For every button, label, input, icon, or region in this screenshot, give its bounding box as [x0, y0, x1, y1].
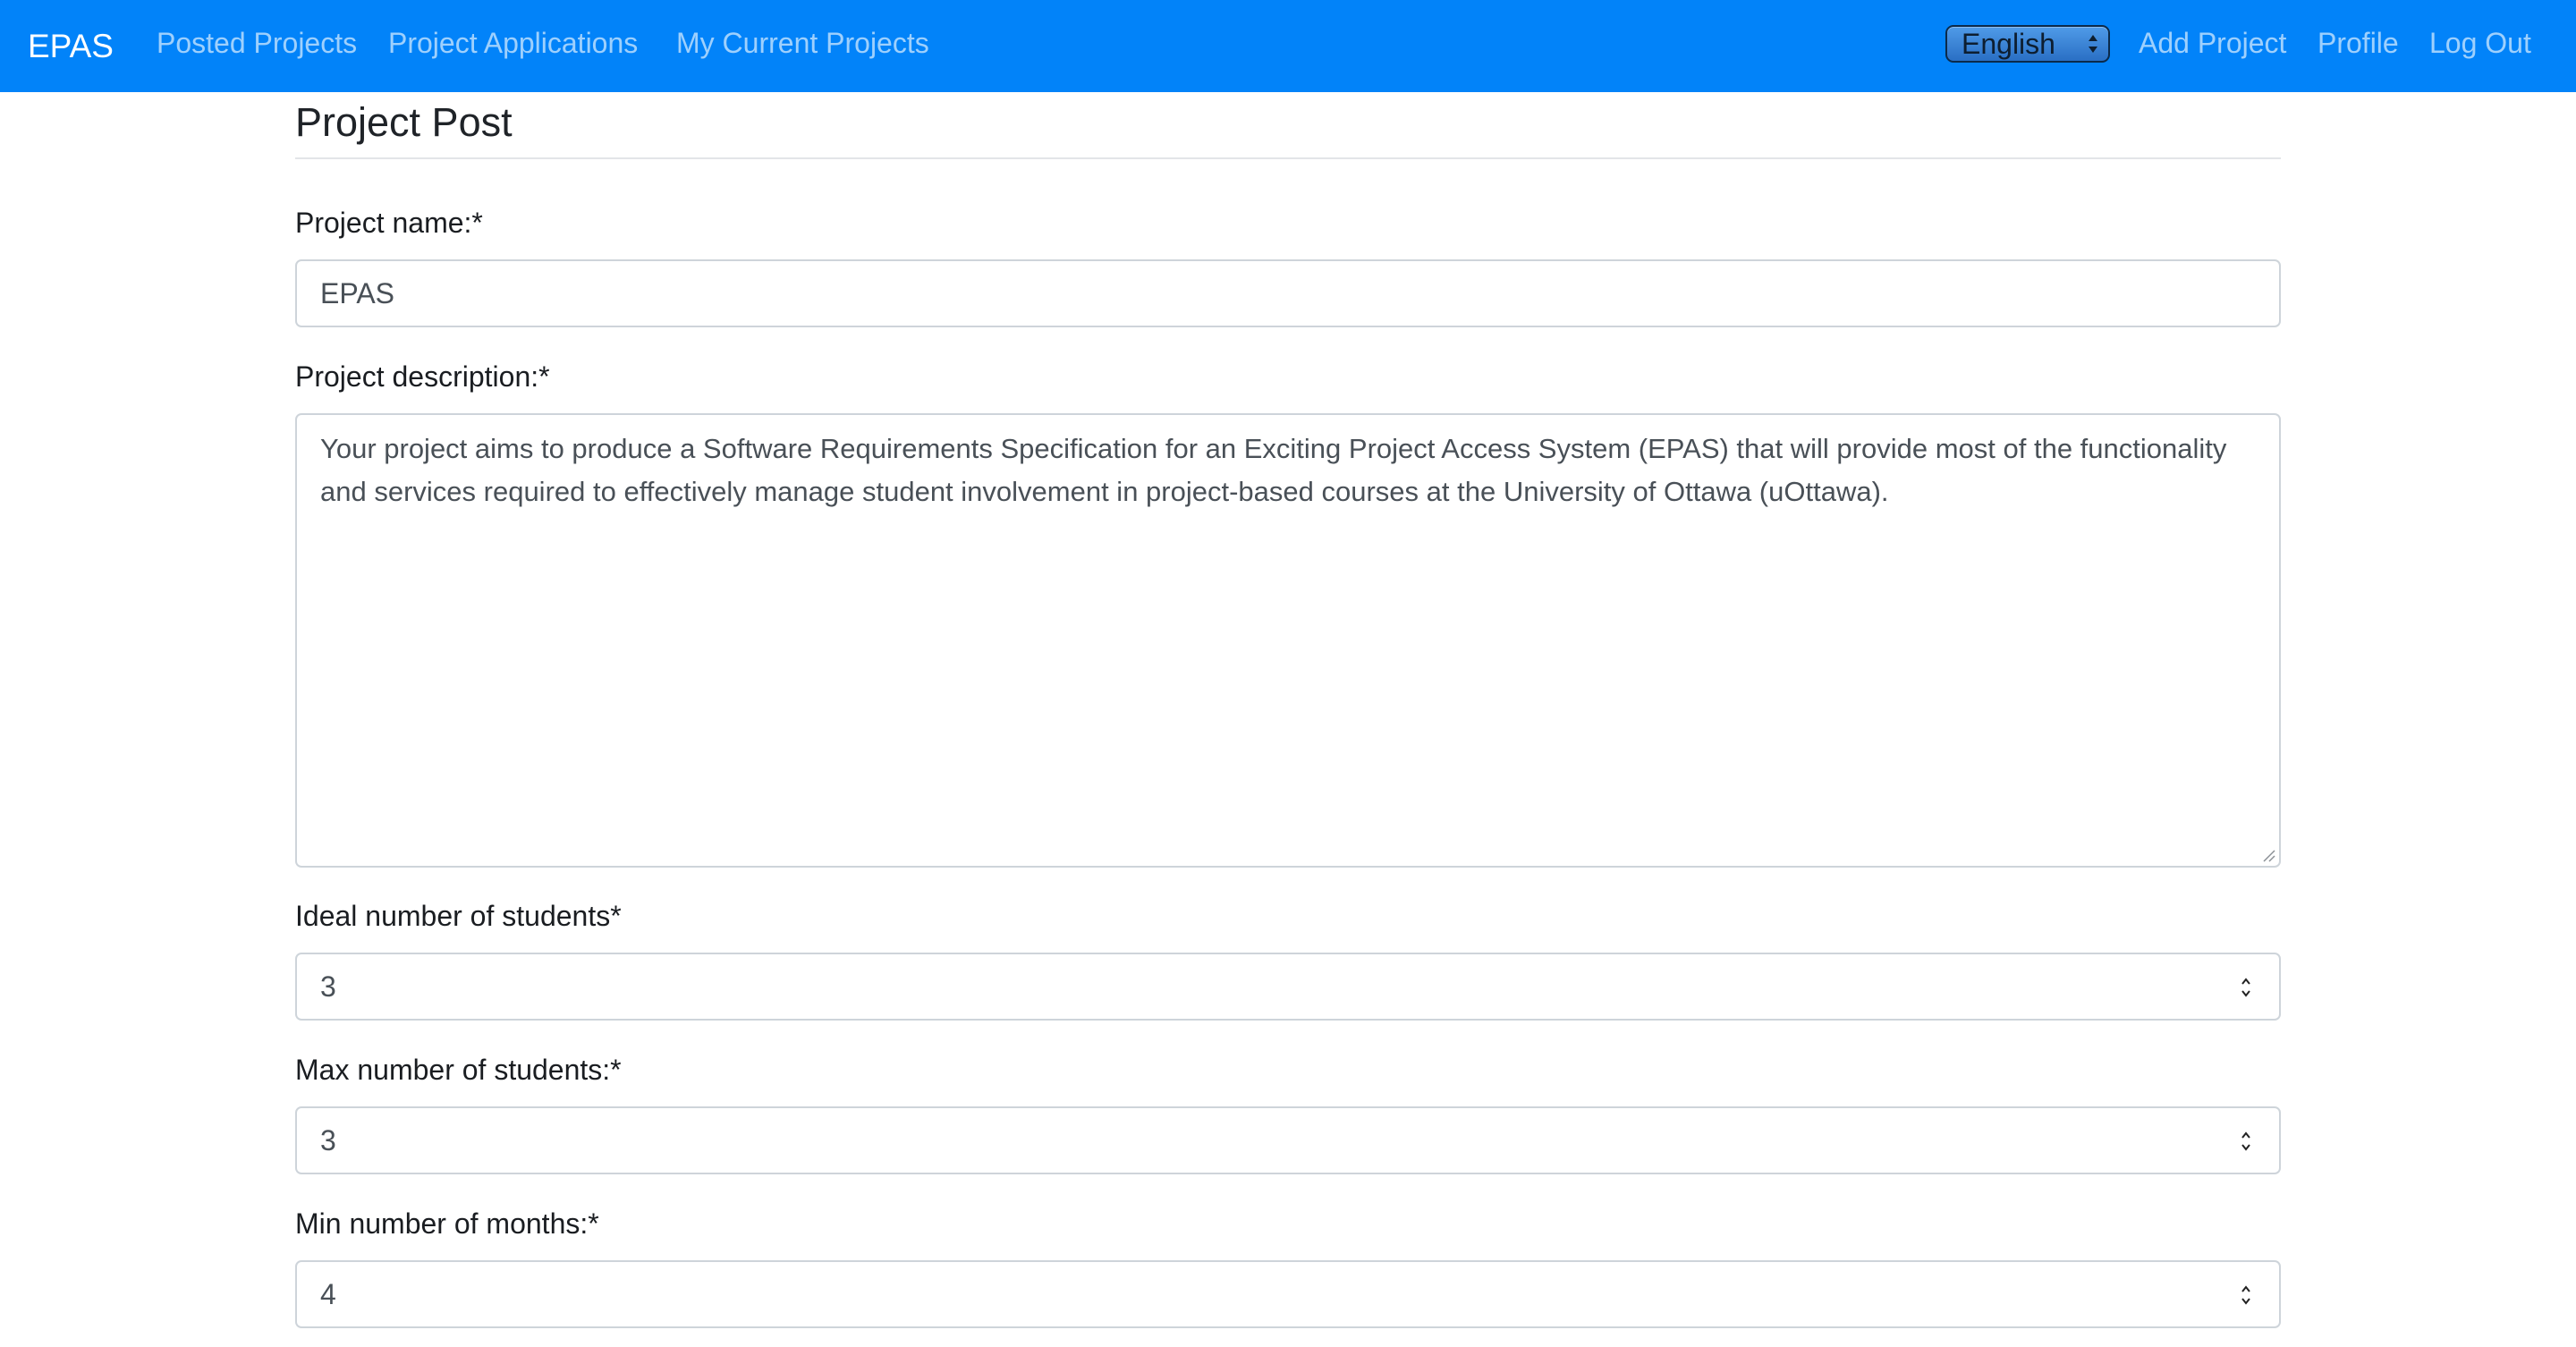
nav-project-applications[interactable]: Project Applications: [388, 0, 638, 92]
nav-add-project[interactable]: Add Project: [2139, 0, 2286, 92]
ideal-students-input[interactable]: 3: [295, 953, 2281, 1021]
min-months-label: Min number of months:*: [295, 1207, 599, 1240]
ideal-students-label: Ideal number of students*: [295, 900, 622, 932]
brand-logo[interactable]: EPAS: [28, 0, 114, 92]
spinner-arrows-icon[interactable]: [2238, 1126, 2254, 1156]
max-students-value: 3: [320, 1124, 336, 1156]
project-name-input[interactable]: EPAS: [295, 259, 2281, 327]
page-title: Project Post: [295, 99, 513, 145]
project-name-value: EPAS: [320, 277, 394, 309]
resize-grip-icon[interactable]: [2261, 848, 2275, 862]
nav-log-out[interactable]: Log Out: [2429, 0, 2531, 92]
project-description-textarea[interactable]: Your project aims to produce a Software …: [295, 413, 2281, 868]
top-navbar: EPAS Posted Projects Project Application…: [0, 0, 2576, 92]
nav-profile[interactable]: Profile: [2318, 0, 2399, 92]
max-students-label: Max number of students:*: [295, 1054, 622, 1086]
project-description-value: Your project aims to produce a Software …: [320, 433, 2227, 507]
project-name-label: Project name:*: [295, 207, 483, 239]
language-select-value: English: [1962, 28, 2055, 60]
project-description-label: Project description:*: [295, 360, 550, 393]
min-months-value: 4: [320, 1278, 336, 1310]
max-students-input[interactable]: 3: [295, 1106, 2281, 1174]
title-divider: [295, 157, 2281, 159]
nav-my-current-projects[interactable]: My Current Projects: [676, 0, 929, 92]
language-select[interactable]: English: [1945, 25, 2110, 63]
spinner-arrows-icon[interactable]: [2238, 1280, 2254, 1310]
min-months-input[interactable]: 4: [295, 1260, 2281, 1328]
ideal-students-value: 3: [320, 970, 336, 1003]
updown-chevron-icon: [2089, 35, 2097, 53]
nav-posted-projects[interactable]: Posted Projects: [157, 0, 357, 92]
spinner-arrows-icon[interactable]: [2238, 972, 2254, 1003]
